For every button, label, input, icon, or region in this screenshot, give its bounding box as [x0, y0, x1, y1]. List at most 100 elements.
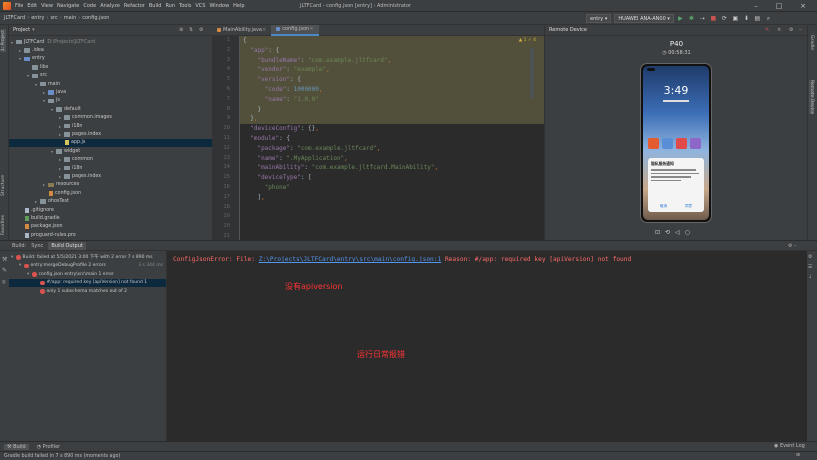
device-manager-icon[interactable]: ▣ — [731, 14, 740, 23]
sync-icon[interactable]: ⟳ — [720, 14, 729, 23]
menu-item[interactable]: Refactor — [124, 3, 145, 9]
structure-tool-tab[interactable]: Structure — [1, 175, 6, 196]
minimize-panel-icon[interactable]: – — [799, 27, 802, 33]
build-tree-item[interactable]: ▾ config.json entry\src\main 1 error — [9, 270, 166, 279]
debug-icon[interactable]: ✱ — [687, 14, 696, 23]
menu-item[interactable]: Build — [149, 3, 162, 9]
tree-item[interactable]: ▸ resources — [9, 181, 212, 189]
tree-item[interactable]: ▸ common — [9, 155, 212, 163]
collapse-icon[interactable]: ⇅ — [189, 27, 193, 33]
rotate-icon[interactable]: ⟲ — [665, 229, 670, 236]
tree-item[interactable]: ▾ main — [9, 80, 212, 88]
breadcrumb-item[interactable]: entry — [31, 15, 44, 21]
menu-item[interactable]: File — [15, 3, 23, 9]
gear-icon[interactable]: ⚙ — [808, 254, 812, 260]
structure-icon[interactable]: ▤ — [753, 14, 762, 23]
close-icon[interactable]: × — [792, 1, 814, 11]
tree-item[interactable]: ▸ java — [9, 88, 212, 96]
locate-icon[interactable]: ⊕ — [179, 27, 183, 33]
filter-icon[interactable]: ⌾ — [2, 279, 6, 287]
build-tool-tab[interactable]: ⚒ Build — [4, 443, 29, 450]
menu-item[interactable]: VCS — [195, 3, 205, 9]
gear-icon[interactable]: ⚙ – — [788, 243, 797, 249]
tree-item[interactable]: ▸ i18n — [9, 164, 212, 172]
tree-item[interactable]: libs — [9, 63, 212, 71]
event-log-tool-tab[interactable]: ◉ Event Log — [774, 443, 805, 449]
maximize-icon[interactable]: □ — [768, 1, 790, 11]
menu-item[interactable]: Run — [165, 3, 175, 9]
attach-icon[interactable]: ⇢ — [698, 14, 707, 23]
tree-item[interactable]: ▾ JLTFCard D:\Projects\JLTFCard — [9, 38, 212, 46]
tree-item[interactable]: ▾ js — [9, 97, 212, 105]
close-tab-icon[interactable]: × — [309, 26, 313, 32]
tree-item[interactable]: ▾ default — [9, 105, 212, 113]
tree-item[interactable]: ▸ pages.index — [9, 130, 212, 138]
app-icon[interactable] — [690, 138, 701, 149]
tree-item[interactable]: ▸ .idea — [9, 46, 212, 54]
error-file-link[interactable]: Z:\Projects\JLTFCard\entry\src\main\conf… — [259, 256, 442, 263]
favorites-tool-tab[interactable]: Favorites — [1, 215, 6, 235]
tree-item[interactable]: ▸ common.images — [9, 114, 212, 122]
notification-icon[interactable]: ⊞ — [796, 453, 800, 458]
menu-item[interactable]: Code — [83, 3, 96, 9]
close-icon[interactable]: × — [777, 27, 781, 33]
project-tool-tab[interactable]: 1: Project — [1, 29, 6, 53]
home-icon[interactable]: ○ — [685, 229, 690, 236]
hammer-icon[interactable]: ⚒ — [2, 256, 7, 263]
project-panel-title[interactable]: Project — [13, 27, 30, 33]
menu-item[interactable]: Help — [233, 3, 244, 9]
breadcrumb-item[interactable]: JLTFCard — [4, 15, 25, 21]
build-tree-item[interactable]: ▾ entry:mergeDebugProfile 2 errors 3 s 344… — [9, 262, 166, 271]
back-icon[interactable]: ◁ — [675, 229, 680, 236]
build-tree-item[interactable]: ▾ Build: failed at 5/5/2021 3:00 下午 with … — [9, 253, 166, 262]
tree-item[interactable]: ▸ ohosTest — [9, 197, 212, 205]
run-icon[interactable]: ▶ — [676, 14, 685, 23]
minimize-icon[interactable]: – — [745, 1, 767, 11]
chevron-down-icon[interactable]: ▾ — [32, 27, 35, 33]
sdk-manager-icon[interactable]: ⬇ — [742, 14, 751, 23]
tree-item[interactable]: ▸ pages.index — [9, 172, 212, 180]
menu-item[interactable]: View — [41, 3, 53, 9]
menu-item[interactable]: Tools — [179, 3, 191, 9]
editor-scrollbar[interactable] — [530, 48, 534, 98]
editor-tab[interactable]: config.json × — [271, 24, 319, 36]
breadcrumb-item[interactable]: src — [50, 15, 57, 21]
app-icon[interactable] — [648, 138, 659, 149]
dialog-agree-button[interactable]: 同意 — [685, 204, 692, 209]
tree-item[interactable]: app.js — [9, 138, 212, 148]
device-select[interactable]: HUAWEI ANA-AN00 ▾ — [614, 14, 674, 23]
close-tab-icon[interactable]: × — [262, 27, 266, 33]
menu-item[interactable]: Edit — [27, 3, 37, 9]
menu-item[interactable]: Analyze — [100, 3, 120, 9]
app-icon[interactable] — [662, 138, 673, 149]
tree-item[interactable]: ▾ widget — [9, 147, 212, 155]
tree-item[interactable]: ▾ entry — [9, 55, 212, 63]
build-tree-item[interactable]: only 1 subschema matches out of 2 — [9, 287, 166, 296]
tree-item[interactable]: proguard-rules.pro — [9, 231, 212, 239]
pin-icon[interactable]: ✎ — [2, 267, 7, 274]
editor-tab[interactable]: MainAbility.java × — [212, 25, 271, 36]
stop-icon[interactable]: ■ — [709, 14, 718, 23]
pin-icon[interactable]: ✎ — [765, 27, 769, 33]
search-icon[interactable]: ⌕ — [764, 14, 773, 23]
build-tab[interactable]: Sync — [31, 243, 43, 249]
device-screen[interactable]: 3:49 隐私服务通知 取消 同意 — [643, 66, 709, 220]
tree-item[interactable]: build.gradle — [9, 214, 212, 222]
gear-icon[interactable]: ⚙ — [199, 27, 203, 33]
remote-device-tool-tab[interactable]: Remote Device — [809, 80, 814, 115]
run-config-select[interactable]: entry ▾ — [586, 14, 612, 23]
tree-item[interactable]: ▾ src — [9, 72, 212, 80]
tree-item[interactable]: ▸ i18n — [9, 122, 212, 130]
tree-item[interactable]: config.json — [9, 189, 212, 197]
dialog-cancel-button[interactable]: 取消 — [660, 204, 667, 209]
app-icon[interactable] — [676, 138, 687, 149]
tree-item[interactable]: .gitignore — [9, 206, 212, 214]
gear-icon[interactable]: ⚙ — [789, 27, 793, 33]
build-tab[interactable]: Build Output — [48, 241, 86, 250]
soft-wrap-icon[interactable]: ☰ — [808, 264, 812, 270]
profiler-tool-tab[interactable]: ◔ Profiler — [37, 444, 61, 450]
scroll-end-icon[interactable]: ⇣ — [808, 274, 812, 280]
screenshot-icon[interactable]: ⊡ — [655, 229, 660, 236]
breadcrumb-item[interactable]: config.json — [82, 15, 109, 21]
build-tree-item[interactable]: #/app: required key [apiVersion] not fou… — [9, 278, 166, 287]
